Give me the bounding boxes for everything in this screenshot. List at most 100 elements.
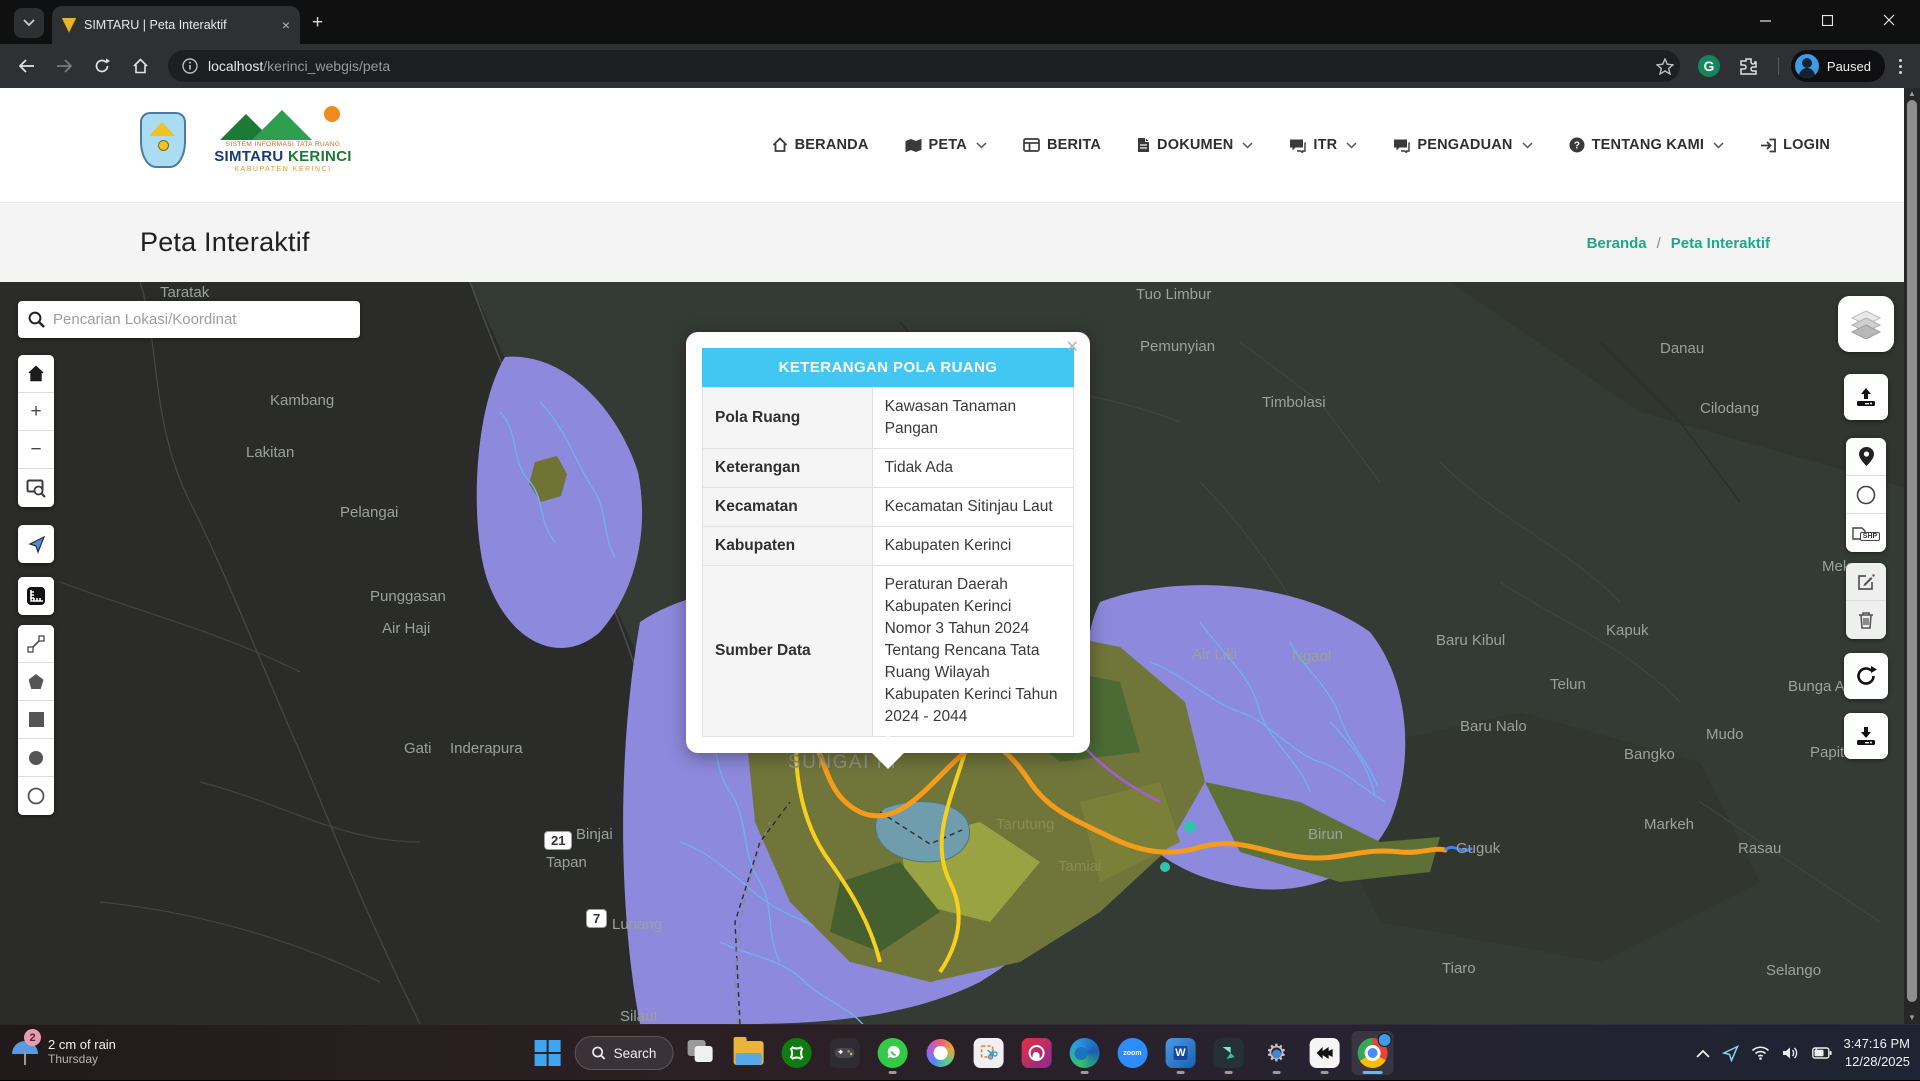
- measure-line-button[interactable]: [18, 625, 54, 663]
- grammarly-extension-icon[interactable]: G: [1696, 53, 1722, 79]
- game-bar-icon[interactable]: [823, 1031, 865, 1075]
- scale-tool-group: [18, 577, 54, 615]
- popup-close-icon[interactable]: ✕: [1066, 337, 1079, 357]
- profile-button[interactable]: Paused: [1791, 50, 1885, 82]
- edit-icon: [1857, 573, 1875, 591]
- chrome-icon[interactable]: [1351, 1031, 1393, 1075]
- nav-item-peta[interactable]: PETA: [905, 137, 987, 153]
- wifi-icon[interactable]: [1751, 1046, 1770, 1060]
- map-search-box[interactable]: [18, 301, 360, 338]
- simtaru-logo[interactable]: SISTEM INFORMASI TATA RUANG SIMTARU KERI…: [208, 106, 358, 173]
- location-icon[interactable]: [1722, 1045, 1739, 1062]
- page-scrollbar[interactable]: ▲ ▼: [1904, 88, 1920, 1024]
- browser-tab-strip: SIMTARU | Peta Interaktif × +: [0, 0, 1920, 44]
- map-home-button[interactable]: [18, 355, 54, 393]
- window-minimize-button[interactable]: [1734, 0, 1796, 40]
- profile-avatar: [1795, 54, 1819, 78]
- road-shield: 21: [544, 831, 572, 850]
- edge-icon[interactable]: [1063, 1031, 1105, 1075]
- site-info-icon[interactable]: [182, 58, 198, 74]
- nav-item-beranda[interactable]: BERANDA: [772, 137, 869, 153]
- nav-item-dokumen[interactable]: DOKUMEN: [1137, 137, 1253, 153]
- map-search-input[interactable]: [53, 311, 350, 328]
- browser-toolbar: localhost/kerinci_webgis/peta G Paused: [0, 44, 1920, 88]
- task-view-button[interactable]: [679, 1031, 721, 1075]
- upload-button[interactable]: [1844, 374, 1888, 420]
- nav-item-tentang-kami[interactable]: ? TENTANG KAMI: [1569, 137, 1724, 153]
- draw-circle-button[interactable]: [18, 777, 54, 815]
- home-button[interactable]: [124, 50, 156, 82]
- draw-rectangle-button[interactable]: [18, 701, 54, 739]
- new-tab-button[interactable]: +: [312, 12, 323, 34]
- box-zoom-button[interactable]: [18, 469, 54, 507]
- url-text: localhost/kerinci_webgis/peta: [208, 58, 390, 74]
- delete-button[interactable]: [1846, 601, 1886, 639]
- start-button[interactable]: [527, 1031, 569, 1075]
- zoom-in-button[interactable]: +: [18, 393, 54, 431]
- download-button[interactable]: [1844, 713, 1888, 759]
- system-tray: 3:47:16 PM 12/28/2025: [1696, 1025, 1911, 1081]
- settings-icon[interactable]: ⚙: [1255, 1031, 1297, 1075]
- scroll-up-arrow[interactable]: ▲: [1904, 88, 1920, 100]
- edit-tool-group: [1846, 563, 1886, 639]
- edit-button[interactable]: [1846, 563, 1886, 601]
- windows-icon: [535, 1040, 561, 1066]
- search-icon: [28, 311, 45, 328]
- tray-chevron-icon[interactable]: [1696, 1049, 1710, 1058]
- address-bar[interactable]: localhost/kerinci_webgis/peta: [168, 50, 1680, 82]
- browser-menu-button[interactable]: [1891, 59, 1910, 74]
- volume-icon[interactable]: [1782, 1046, 1800, 1060]
- extensions-puzzle-icon[interactable]: [1736, 53, 1762, 79]
- feature-info-popup: ✕ KETERANGAN POLA RUANG Pola RuangKawasa…: [686, 332, 1090, 753]
- popup-table: Pola RuangKawasan Tanaman Pangan Keteran…: [702, 387, 1074, 737]
- shapefile-button[interactable]: SHP: [1846, 514, 1886, 552]
- draw-polygon-button[interactable]: [18, 663, 54, 701]
- locate-button[interactable]: [18, 525, 54, 563]
- nav-item-berita[interactable]: BERITA: [1023, 137, 1101, 153]
- nav-item-login[interactable]: LOGIN: [1760, 137, 1830, 153]
- page-title: Peta Interaktif: [140, 227, 310, 258]
- breadcrumb-home-link[interactable]: Beranda: [1587, 235, 1647, 252]
- weather-widget[interactable]: 2 2 cm of rainThursday: [10, 1033, 116, 1069]
- upload-button-group: [1844, 374, 1888, 420]
- tab-search-button[interactable]: [14, 8, 44, 38]
- back-button[interactable]: [10, 50, 42, 82]
- refresh-icon: [1855, 665, 1877, 687]
- nav-item-pengaduan[interactable]: PENGADUAN: [1393, 137, 1532, 153]
- home-icon: [772, 137, 788, 153]
- scale-button[interactable]: [18, 577, 54, 615]
- map-canvas[interactable]: Taratak Tuo Limbur Pemunyian Danau Kamba…: [0, 282, 1920, 1024]
- scrollbar-thumb[interactable]: [1907, 100, 1917, 1002]
- refresh-button[interactable]: [1844, 653, 1888, 699]
- scroll-down-arrow[interactable]: ▼: [1904, 1012, 1920, 1024]
- filmora-icon[interactable]: [1207, 1031, 1249, 1075]
- layers-button[interactable]: [1838, 296, 1894, 352]
- kerinci-crest-logo: [140, 112, 186, 168]
- file-explorer-icon[interactable]: [727, 1031, 769, 1075]
- zoom-icon[interactable]: zoom: [1111, 1031, 1153, 1075]
- whatsapp-icon[interactable]: [871, 1031, 913, 1075]
- circle-select-button[interactable]: [1846, 476, 1886, 514]
- capcut-icon[interactable]: [1303, 1031, 1345, 1075]
- snipping-tool-icon[interactable]: [967, 1031, 1009, 1075]
- taskbar-clock[interactable]: 3:47:16 PM 12/28/2025: [1844, 1035, 1911, 1071]
- forward-button[interactable]: [48, 50, 80, 82]
- bookmark-star-icon[interactable]: [1656, 58, 1674, 75]
- nav-item-itr[interactable]: ITR: [1289, 137, 1357, 153]
- window-close-button[interactable]: [1858, 0, 1920, 40]
- reload-button[interactable]: [86, 50, 118, 82]
- window-maximize-button[interactable]: [1796, 0, 1858, 40]
- word-icon[interactable]: W: [1159, 1031, 1201, 1075]
- add-marker-button[interactable]: [1846, 438, 1886, 476]
- profile-status: Paused: [1827, 59, 1871, 74]
- taskbar-search[interactable]: Search: [575, 1031, 674, 1075]
- media-app-icon[interactable]: [1015, 1031, 1057, 1075]
- tab-close-icon[interactable]: ×: [282, 17, 290, 33]
- zoom-out-button[interactable]: −: [18, 431, 54, 469]
- copilot-icon[interactable]: [919, 1031, 961, 1075]
- xbox-icon[interactable]: [775, 1031, 817, 1075]
- browser-tab[interactable]: SIMTARU | Peta Interaktif ×: [52, 6, 300, 44]
- draw-point-button[interactable]: [18, 739, 54, 777]
- chevron-down-icon: [1242, 142, 1253, 149]
- battery-icon[interactable]: [1812, 1047, 1832, 1059]
